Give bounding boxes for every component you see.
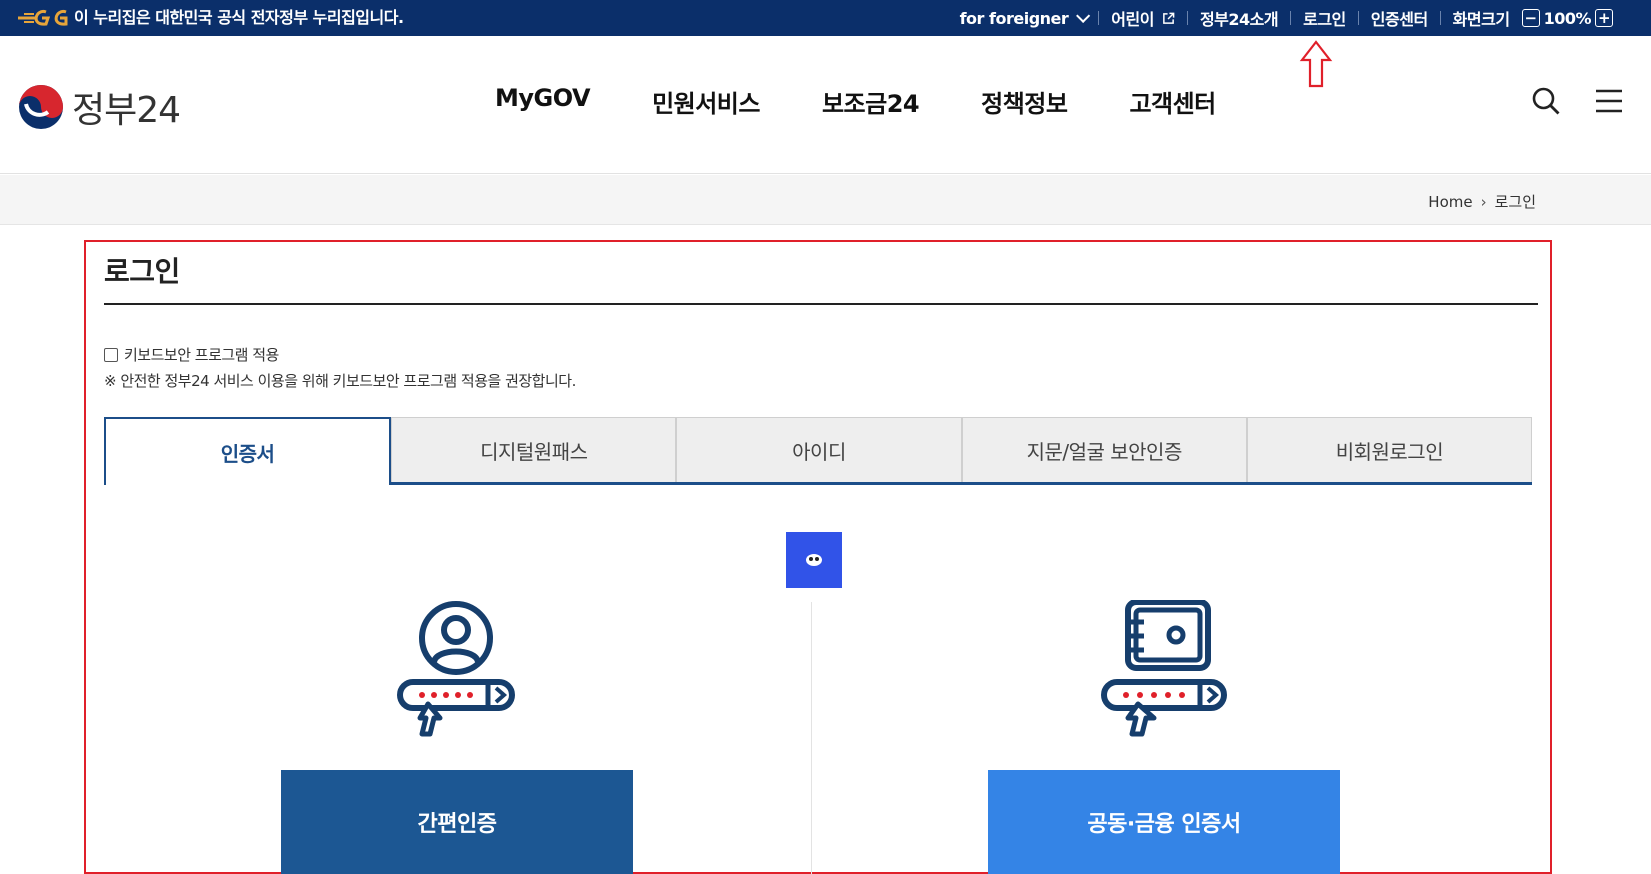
search-icon[interactable] <box>1531 86 1561 116</box>
chevron-right-icon: › <box>1480 192 1487 211</box>
login-method-tabs: 인증서 디지털원패스 아이디 지문/얼굴 보안인증 비회원로그인 <box>104 417 1533 485</box>
for-foreigner-dropdown[interactable]: for foreigner <box>948 9 1099 28</box>
cert-center-label: 인증센터 <box>1370 10 1428 29</box>
kids-link[interactable]: 어린이 <box>1099 6 1187 30</box>
keyboard-security-label: 키보드보안 프로그램 적용 <box>124 346 279 364</box>
zoom-out-button[interactable]: − <box>1521 9 1540 27</box>
top-utility-bar: 이 누리집은 대한민국 공식 전자정부 누리집입니다. for foreigne… <box>0 0 1651 36</box>
keyboard-security-option[interactable]: 키보드보안 프로그램 적용 <box>104 344 279 365</box>
utility-links: for foreigner 어린이 정부24소개 로그인 인증센터 화면크기 −… <box>948 0 1629 36</box>
external-link-icon <box>1163 12 1175 24</box>
nav-mygov[interactable]: MyGOV <box>495 84 591 119</box>
tab-id[interactable]: 아이디 <box>676 417 962 482</box>
nav-subsidy24[interactable]: 보조금24 <box>822 84 920 119</box>
breadcrumb-bar: Home › 로그인 <box>0 175 1651 225</box>
hamburger-menu-icon[interactable] <box>1595 88 1623 114</box>
main-nav: MyGOV 민원서비스 보조금24 정책정보 고객센터 <box>495 84 1278 119</box>
chevron-down-icon <box>1076 8 1091 23</box>
tab-non-member[interactable]: 비회원로그인 <box>1246 417 1533 482</box>
keyboard-security-checkbox[interactable] <box>104 347 118 362</box>
tab-biometric[interactable]: 지문/얼굴 보안인증 <box>961 417 1247 482</box>
widget-badge-icon[interactable] <box>786 532 842 588</box>
official-site-notice: 이 누리집은 대한민국 공식 전자정부 누리집입니다. <box>74 8 404 27</box>
up-arrow-annotation-icon <box>1299 40 1333 88</box>
header-actions <box>1531 86 1623 116</box>
page-title: 로그인 <box>104 255 180 288</box>
title-divider <box>104 303 1538 305</box>
tab-digital-onepass[interactable]: 디지털원패스 <box>391 417 677 482</box>
about-label: 정부24소개 <box>1199 10 1279 29</box>
tab-certificate[interactable]: 인증서 <box>104 417 392 485</box>
site-header: 정부24 MyGOV 민원서비스 보조금24 정책정보 고객센터 <box>0 36 1651 174</box>
cert-center-link[interactable]: 인증센터 <box>1359 6 1440 30</box>
login-label: 로그인 <box>1303 10 1346 29</box>
breadcrumb: Home › 로그인 <box>1428 191 1536 212</box>
brand-name: 정부24 <box>72 90 181 131</box>
screen-size-label: 화면크기 <box>1452 10 1510 29</box>
for-foreigner-label: for foreigner <box>959 8 1069 28</box>
egov-logo-icon <box>18 9 68 26</box>
zoom-level: 100% <box>1543 8 1592 28</box>
kids-label: 어린이 <box>1111 10 1154 29</box>
about-link[interactable]: 정부24소개 <box>1188 6 1290 30</box>
joint-cert-button[interactable]: 공동·금융 인증서 <box>988 770 1340 874</box>
login-link[interactable]: 로그인 <box>1291 6 1358 30</box>
zoom-in-button[interactable]: + <box>1595 9 1613 27</box>
nav-civil-service[interactable]: 민원서비스 <box>652 84 760 119</box>
keyboard-security-note: ※ 안전한 정부24 서비스 이용을 위해 키보드보안 프로그램 적용을 권장합… <box>104 372 576 390</box>
taegeuk-emblem-icon <box>19 85 63 129</box>
simple-auth-button[interactable]: 간편인증 <box>281 770 633 874</box>
face-icon <box>806 554 822 566</box>
column-divider <box>811 602 812 874</box>
screen-size-control: 화면크기 − 100% + <box>1441 6 1629 30</box>
person-password-icon <box>397 601 515 737</box>
breadcrumb-home[interactable]: Home <box>1428 193 1472 211</box>
breadcrumb-current: 로그인 <box>1494 193 1536 211</box>
safe-password-icon <box>1101 600 1227 737</box>
nav-customer-center[interactable]: 고객센터 <box>1129 84 1216 119</box>
brand-logo-link[interactable]: 정부24 <box>18 81 181 133</box>
nav-policy-info[interactable]: 정책정보 <box>981 84 1068 119</box>
